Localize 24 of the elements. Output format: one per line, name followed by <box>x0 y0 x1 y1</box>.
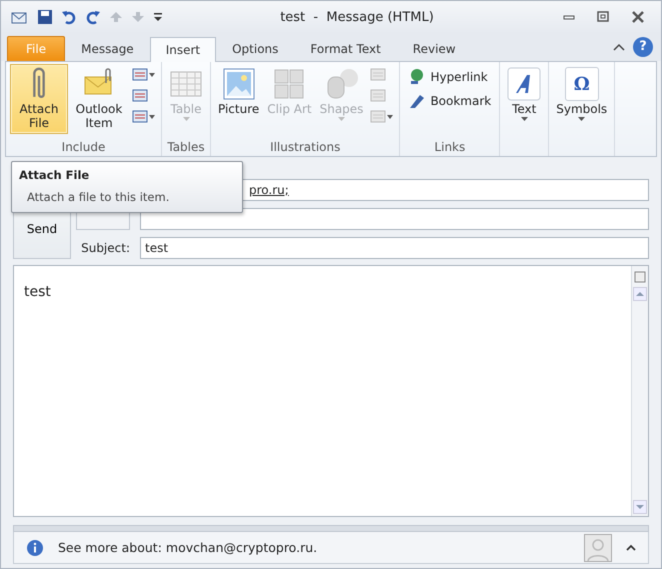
status-text: See more about: movchan@cryptopro.ru. <box>58 540 318 555</box>
ribbon-button[interactable]: Attach File <box>10 64 68 134</box>
group-label: Tables <box>166 140 206 156</box>
ribbon-button[interactable]: Ω Symbols <box>553 64 610 134</box>
ribbon-button[interactable]: Text <box>504 64 544 134</box>
ribbon-tab[interactable]: Message <box>65 36 150 61</box>
help-button[interactable]: ? <box>633 37 653 57</box>
ribbon-tab[interactable]: Review <box>396 36 472 61</box>
ribbon-link-button[interactable]: Hyperlink <box>404 66 496 88</box>
group-label: Links <box>433 140 466 156</box>
ribbon-button[interactable]: Outlook Item <box>70 64 128 134</box>
group-label: Illustrations <box>269 140 342 156</box>
ribbon-tab[interactable]: Options <box>216 36 294 61</box>
group-label: Include <box>60 140 106 156</box>
message-body[interactable]: test <box>13 265 649 517</box>
ribbon-tab[interactable]: Insert <box>150 37 216 62</box>
ribbon-button[interactable]: Picture <box>215 64 262 134</box>
symbol-glyph: Ω <box>564 67 599 101</box>
window-title: test - Message (HTML) <box>279 10 435 24</box>
subject-field[interactable]: test <box>140 236 649 258</box>
ribbon-link-button[interactable]: Bookmark <box>404 90 496 112</box>
ribbon-tab[interactable]: Format Text <box>294 36 397 61</box>
body-text: test <box>24 284 51 300</box>
subject-label: Subject: <box>80 240 130 254</box>
